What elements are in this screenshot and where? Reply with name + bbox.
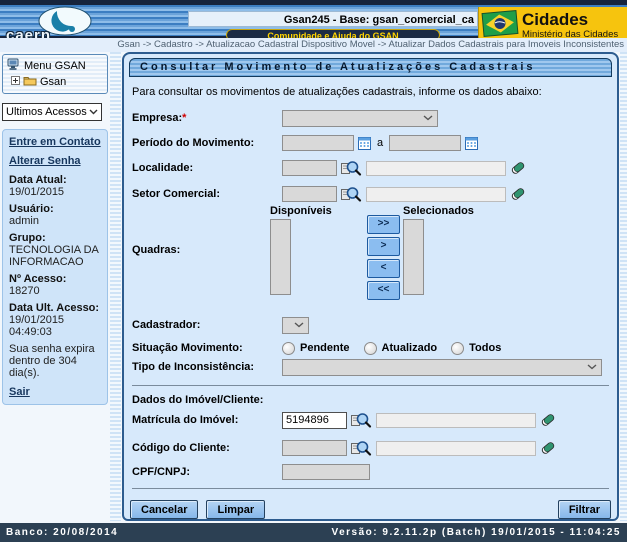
cancel-button[interactable]: Cancelar (130, 500, 198, 519)
app-header: caern Gsan245 - Base: gsan_comercial_ca … (0, 0, 627, 38)
quadras-selecionados-listbox[interactable] (403, 219, 424, 295)
magnifier-icon[interactable] (341, 160, 362, 177)
change-password-link[interactable]: Alterar Senha (9, 155, 101, 167)
move-all-right-button[interactable]: >> (367, 215, 400, 234)
setor-comercial-label: Setor Comercial: (132, 188, 282, 200)
ultimos-acessos-value: Ultimos Acessos (6, 106, 87, 118)
folder-icon (23, 75, 37, 89)
tipo-inconsistencia-label: Tipo de Inconsistência: (132, 361, 282, 373)
menu-gsan-header[interactable]: Menu GSAN (5, 58, 105, 74)
cpf-cnpj-input[interactable] (282, 464, 370, 480)
computer-icon (7, 58, 21, 74)
periodo-fim-input[interactable] (389, 135, 461, 151)
password-expiry-notice: Sua senha expira dentro de 304 dia(s). (9, 343, 101, 379)
menu-gsan-label: Menu GSAN (24, 60, 86, 72)
logout-link[interactable]: Sair (9, 386, 101, 398)
setor-comercial-input[interactable] (282, 186, 337, 202)
frame-stripe-left (110, 52, 121, 521)
periodo-separator: a (377, 137, 383, 149)
setor-comercial-display-field (366, 187, 506, 202)
codigo-cliente-label: Código do Cliente: (132, 442, 282, 454)
breadcrumb: Gsan -> Cadastro -> Atualizacao Cadastra… (0, 38, 627, 52)
last-access-item: Data Ult. Acesso:19/01/2015 04:49:03 (9, 302, 101, 338)
selecionados-header: Selecionados (403, 205, 474, 217)
eraser-icon[interactable] (540, 440, 556, 456)
move-left-button[interactable]: < (367, 259, 400, 278)
chevron-down-icon (89, 106, 98, 118)
localidade-display-field (366, 161, 506, 176)
session-info-panel: Entre em Contato Alterar Senha Data Atua… (2, 129, 108, 405)
cadastrador-label: Cadastrador: (132, 319, 282, 331)
chevron-down-icon (587, 361, 597, 373)
dados-imovel-cliente-header: Dados do Imóvel/Cliente: (132, 394, 263, 406)
ultimos-acessos-select[interactable]: Ultimos Acessos (2, 103, 102, 121)
tree-node-gsan[interactable]: Gsan (5, 74, 105, 90)
form-description: Para consultar os movimentos de atualiza… (132, 86, 542, 98)
cadastrador-select[interactable] (282, 317, 309, 334)
localidade-label: Localidade: (132, 162, 282, 174)
chevron-down-icon (423, 112, 433, 124)
quadras-label: Quadras: (132, 244, 282, 256)
gsan-base-title: Gsan245 - Base: gsan_comercial_ca (188, 11, 478, 27)
move-all-left-button[interactable]: << (367, 281, 400, 300)
plus-expand-icon[interactable] (11, 76, 20, 88)
radio-atualizado-label: Atualizado (382, 342, 438, 354)
matricula-display-field (376, 413, 536, 428)
magnifier-icon[interactable] (341, 186, 362, 203)
localidade-input[interactable] (282, 160, 337, 176)
current-date-item: Data Atual:19/01/2015 (9, 174, 101, 198)
quadras-disponiveis-listbox[interactable] (270, 219, 291, 295)
frame-stripe-right (620, 52, 627, 521)
codigo-cliente-display-field (376, 441, 536, 456)
footer-bank-date: Banco: 20/08/2014 (6, 523, 118, 542)
clear-button[interactable]: Limpar (206, 500, 265, 519)
radio-pendente-label: Pendente (300, 342, 350, 354)
sidebar: Menu GSAN Gsan (2, 54, 108, 405)
situacao-movimento-label: Situação Movimento: (132, 342, 282, 354)
tree-node-gsan-label: Gsan (40, 76, 66, 88)
eraser-icon[interactable] (540, 412, 556, 428)
eraser-icon[interactable] (510, 186, 526, 202)
gsan-page: caern Gsan245 - Base: gsan_comercial_ca … (0, 0, 627, 542)
periodo-label: Período do Movimento: (132, 137, 282, 149)
cpf-cnpj-label: CPF/CNPJ: (132, 466, 282, 478)
matricula-imovel-input[interactable] (282, 412, 347, 429)
empresa-select[interactable] (282, 110, 438, 127)
divider (132, 385, 609, 386)
calendar-icon[interactable] (358, 137, 371, 150)
group-item: Grupo:TECNOLOGIA DA INFORMACAO (9, 232, 101, 268)
radio-atualizado[interactable] (364, 342, 377, 355)
calendar-icon[interactable] (465, 137, 478, 150)
footer-version: Versão: 9.2.11.2p (Batch) 19/01/2015 - 1… (331, 523, 621, 542)
tipo-inconsistencia-select[interactable] (282, 359, 602, 376)
codigo-cliente-input[interactable] (282, 440, 347, 456)
chevron-down-icon (294, 319, 304, 331)
eraser-icon[interactable] (510, 160, 526, 176)
move-right-button[interactable]: > (367, 237, 400, 256)
filter-button[interactable]: Filtrar (558, 500, 611, 519)
matricula-imovel-label: Matrícula do Imóvel: (132, 414, 282, 426)
radio-pendente[interactable] (282, 342, 295, 355)
status-footer: Banco: 20/08/2014 Versão: 9.2.11.2p (Bat… (0, 523, 627, 542)
required-marker: * (182, 112, 186, 124)
main-panel: Consultar Movimento de Atualizações Cada… (122, 52, 619, 521)
page-title: Consultar Movimento de Atualizações Cada… (129, 58, 612, 77)
brazil-flag-icon (482, 10, 518, 40)
periodo-inicio-input[interactable] (282, 135, 354, 151)
user-item: Usuário:admin (9, 203, 101, 227)
menu-tree: Menu GSAN Gsan (2, 54, 108, 94)
cidades-title: Cidades (522, 11, 618, 28)
magnifier-icon[interactable] (351, 412, 372, 429)
empresa-label: Empresa:* (132, 112, 282, 124)
divider (132, 488, 609, 489)
magnifier-icon[interactable] (351, 440, 372, 457)
radio-todos-label: Todos (469, 342, 501, 354)
contact-link[interactable]: Entre em Contato (9, 136, 101, 148)
disponiveis-header: Disponíveis (270, 205, 332, 217)
radio-todos[interactable] (451, 342, 464, 355)
access-number-item: Nº Acesso:18270 (9, 273, 101, 297)
